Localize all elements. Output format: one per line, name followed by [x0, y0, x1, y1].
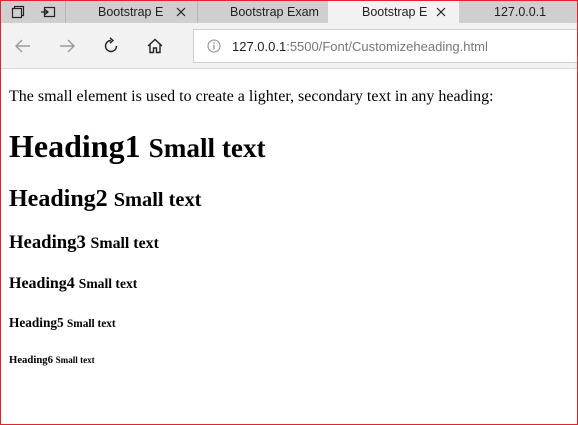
url-host: 127.0.0.1: [232, 38, 287, 54]
address-bar[interactable]: 127.0.0.1:5500/Font/Customizeheading.htm…: [193, 29, 577, 63]
heading-1: Heading1 Small text: [9, 126, 266, 168]
forward-arrow-icon[interactable]: [53, 32, 81, 60]
heading-text: Heading3: [9, 232, 86, 253]
small-text: Small text: [67, 318, 116, 330]
info-icon[interactable]: [206, 38, 222, 54]
tab-label: Bootstrap Exam: [230, 5, 319, 19]
heading-5: Heading5 Small text: [9, 314, 116, 333]
heading-text: Heading5: [9, 315, 64, 330]
heading-4: Heading4 Small text: [9, 274, 137, 294]
refresh-icon[interactable]: [97, 32, 125, 60]
tab-bootstrap-2[interactable]: Bootstrap Exam: [198, 1, 328, 23]
small-text: Small text: [148, 133, 266, 163]
small-text: Small text: [90, 235, 159, 252]
heading-text: Heading6: [9, 354, 53, 366]
small-text: Small text: [55, 355, 95, 365]
browser-window: Bootstrap E Bootstrap Exam Bootstrap E 1…: [0, 0, 578, 425]
tab-bootstrap-active[interactable]: Bootstrap E: [328, 1, 459, 23]
url-path: :5500/Font/Customizeheading.html: [286, 38, 488, 54]
back-arrow-icon[interactable]: [9, 32, 37, 60]
tab-bootstrap-1[interactable]: Bootstrap E: [66, 1, 197, 23]
url-text[interactable]: 127.0.0.1:5500/Font/Customizeheading.htm…: [232, 39, 488, 54]
heading-2: Heading2 Small text: [9, 185, 201, 214]
navigation-bar: 127.0.0.1:5500/Font/Customizeheading.htm…: [1, 23, 577, 69]
heading-text: Heading1: [9, 128, 141, 164]
tab-label: 127.0.0.1: [494, 5, 547, 19]
tab-localhost[interactable]: 127.0.0.1: [459, 1, 577, 23]
tab-strip: Bootstrap E Bootstrap Exam Bootstrap E 1…: [1, 1, 577, 23]
tab-label: Bootstrap E: [362, 5, 428, 19]
tab-manager-icon[interactable]: [3, 1, 33, 23]
close-icon[interactable]: [172, 1, 190, 23]
home-icon[interactable]: [141, 32, 169, 60]
small-text: Small text: [113, 189, 202, 211]
heading-text: Heading2: [9, 186, 108, 212]
heading-3: Heading3 Small text: [9, 232, 159, 255]
intro-paragraph: The small element is used to create a li…: [9, 88, 494, 105]
tab-label: Bootstrap E: [98, 5, 164, 19]
heading-text: Heading4: [9, 275, 75, 292]
set-aside-tabs-icon[interactable]: [33, 1, 63, 23]
close-icon[interactable]: [432, 1, 450, 23]
small-text: Small text: [78, 276, 138, 291]
heading-6: Heading6 Small text: [9, 353, 95, 367]
